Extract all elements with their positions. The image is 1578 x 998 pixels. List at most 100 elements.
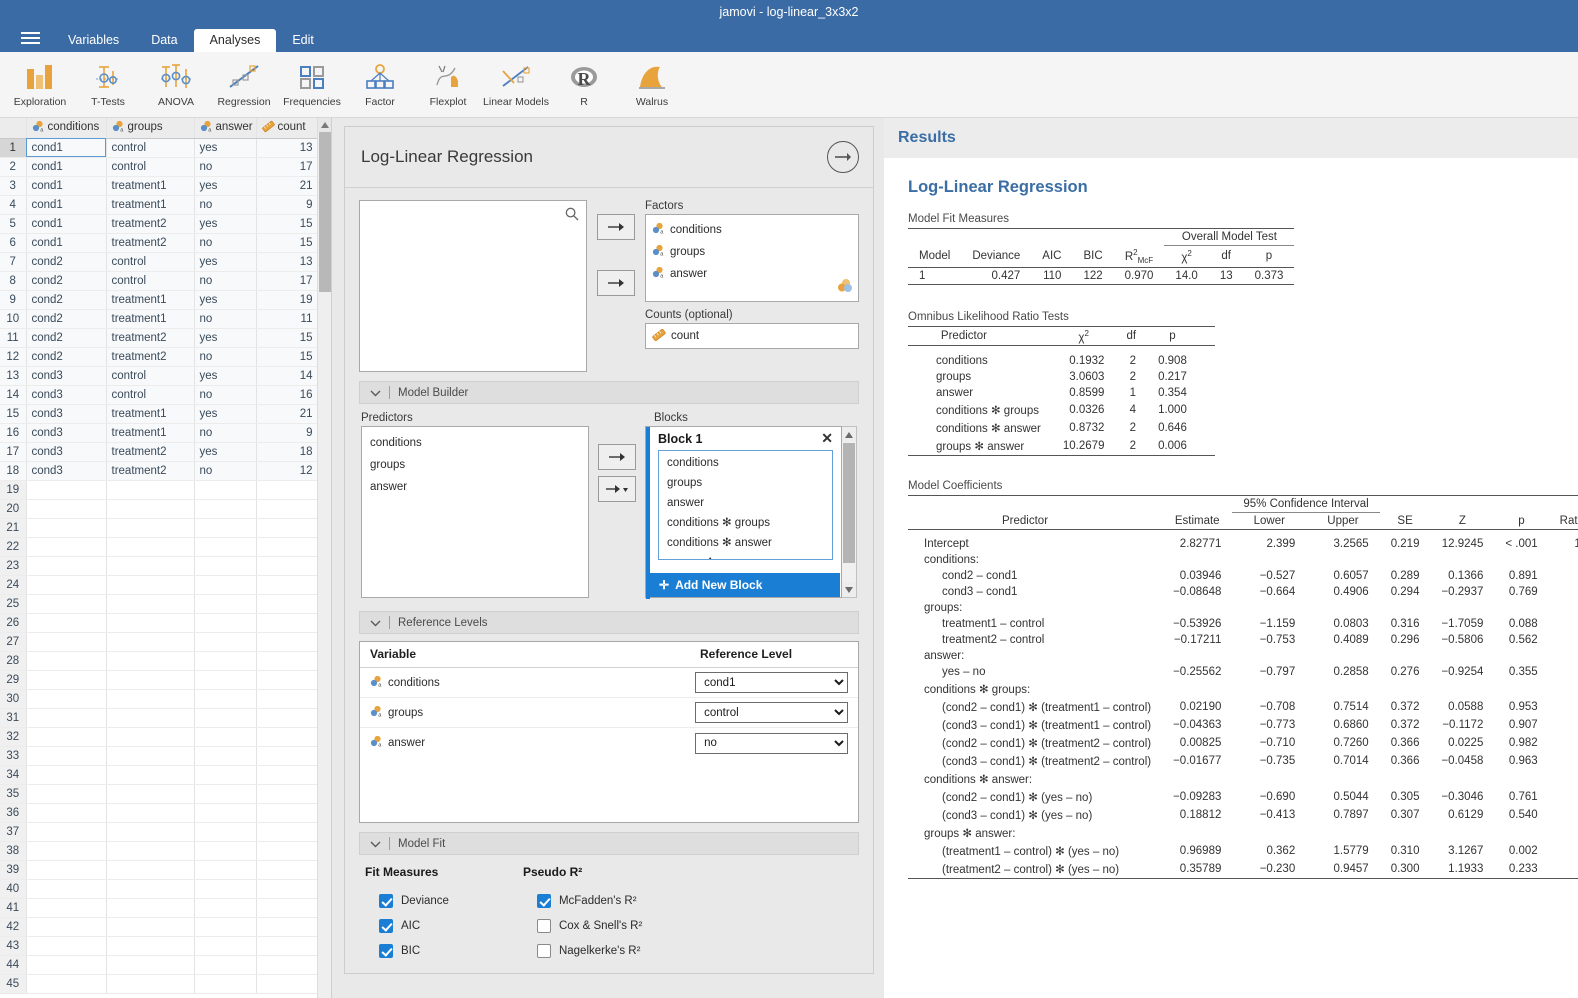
cell-groups[interactable] bbox=[106, 499, 194, 518]
row-number[interactable]: 18 bbox=[0, 461, 26, 480]
cell-conditions[interactable]: cond2 bbox=[26, 271, 106, 290]
cell-count[interactable]: 21 bbox=[256, 404, 318, 423]
cell-conditions[interactable] bbox=[26, 689, 106, 708]
cell-groups[interactable]: treatment2 bbox=[106, 328, 194, 347]
checkbox-icon[interactable] bbox=[537, 919, 551, 933]
cell-answer[interactable]: no bbox=[194, 385, 256, 404]
cell-count[interactable]: 16 bbox=[256, 385, 318, 404]
add-to-block-dropdown-button[interactable] bbox=[598, 476, 636, 502]
table-row[interactable]: 3cond1treatment1yes21 bbox=[0, 176, 318, 195]
table-row[interactable]: 28 bbox=[0, 651, 318, 670]
cell-answer[interactable] bbox=[194, 480, 256, 499]
cell-answer[interactable] bbox=[194, 556, 256, 575]
block-term[interactable]: groups ✻ answer bbox=[667, 553, 824, 560]
cell-groups[interactable]: control bbox=[106, 385, 194, 404]
row-number[interactable]: 32 bbox=[0, 727, 26, 746]
cell-count[interactable] bbox=[256, 727, 318, 746]
column-header-groups[interactable]: a groups bbox=[106, 118, 194, 138]
cell-count[interactable]: 17 bbox=[256, 271, 318, 290]
table-row[interactable]: 26 bbox=[0, 613, 318, 632]
cell-count[interactable]: 15 bbox=[256, 214, 318, 233]
table-row[interactable]: 41 bbox=[0, 898, 318, 917]
cell-count[interactable]: 13 bbox=[256, 252, 318, 271]
row-number[interactable]: 14 bbox=[0, 385, 26, 404]
column-header-conditions[interactable]: a conditions bbox=[26, 118, 106, 138]
table-row[interactable]: 19 bbox=[0, 480, 318, 499]
variable-list-box[interactable] bbox=[359, 200, 587, 372]
row-number[interactable]: 28 bbox=[0, 651, 26, 670]
cell-conditions[interactable] bbox=[26, 917, 106, 936]
table-row[interactable]: 13cond3controlyes14 bbox=[0, 366, 318, 385]
row-number[interactable]: 5 bbox=[0, 214, 26, 233]
cell-groups[interactable]: treatment2 bbox=[106, 461, 194, 480]
tab-edit[interactable]: Edit bbox=[276, 29, 330, 53]
cell-answer[interactable] bbox=[194, 632, 256, 651]
cell-count[interactable] bbox=[256, 784, 318, 803]
cell-conditions[interactable] bbox=[26, 822, 106, 841]
cell-answer[interactable]: no bbox=[194, 461, 256, 480]
assign-counts-button[interactable] bbox=[597, 270, 635, 296]
cell-conditions[interactable]: cond1 bbox=[26, 138, 106, 157]
predictor-item[interactable]: groups bbox=[370, 454, 580, 476]
cell-count[interactable] bbox=[256, 480, 318, 499]
cell-conditions[interactable]: cond2 bbox=[26, 290, 106, 309]
cell-answer[interactable]: yes bbox=[194, 442, 256, 461]
row-number[interactable]: 6 bbox=[0, 233, 26, 252]
block-term[interactable]: conditions ✻ groups bbox=[667, 513, 824, 533]
row-number[interactable]: 12 bbox=[0, 347, 26, 366]
close-icon[interactable]: ✕ bbox=[821, 430, 833, 447]
row-number[interactable]: 7 bbox=[0, 252, 26, 271]
cell-conditions[interactable] bbox=[26, 556, 106, 575]
ribbon-flexplot[interactable]: Flexplot bbox=[414, 59, 482, 110]
predictor-item[interactable]: conditions bbox=[370, 432, 580, 454]
table-row[interactable]: 36 bbox=[0, 803, 318, 822]
cell-answer[interactable] bbox=[194, 765, 256, 784]
cell-conditions[interactable] bbox=[26, 613, 106, 632]
table-row[interactable]: 34 bbox=[0, 765, 318, 784]
cell-count[interactable] bbox=[256, 499, 318, 518]
row-number[interactable]: 44 bbox=[0, 955, 26, 974]
table-row[interactable]: 29 bbox=[0, 670, 318, 689]
cell-answer[interactable]: yes bbox=[194, 366, 256, 385]
cell-count[interactable]: 13 bbox=[256, 138, 318, 157]
blocks-scrollbar[interactable] bbox=[842, 426, 857, 598]
checkbox-icon[interactable] bbox=[379, 919, 393, 933]
cell-conditions[interactable] bbox=[26, 803, 106, 822]
table-row[interactable]: 18cond3treatment2no12 bbox=[0, 461, 318, 480]
cell-groups[interactable]: treatment1 bbox=[106, 404, 194, 423]
cell-groups[interactable] bbox=[106, 841, 194, 860]
cell-groups[interactable] bbox=[106, 955, 194, 974]
cell-groups[interactable] bbox=[106, 784, 194, 803]
counts-item[interactable]: count bbox=[652, 325, 699, 347]
cell-count[interactable]: 15 bbox=[256, 347, 318, 366]
cell-groups[interactable] bbox=[106, 974, 194, 993]
checkbox-nagelkerke[interactable]: Nagelkerke's R² bbox=[523, 938, 642, 963]
cell-conditions[interactable] bbox=[26, 632, 106, 651]
cell-count[interactable] bbox=[256, 556, 318, 575]
cell-groups[interactable] bbox=[106, 936, 194, 955]
row-number[interactable]: 22 bbox=[0, 537, 26, 556]
cell-groups[interactable]: treatment1 bbox=[106, 195, 194, 214]
cell-conditions[interactable] bbox=[26, 727, 106, 746]
cell-count[interactable] bbox=[256, 765, 318, 784]
cell-answer[interactable] bbox=[194, 746, 256, 765]
row-number[interactable]: 10 bbox=[0, 309, 26, 328]
table-row[interactable]: 44 bbox=[0, 955, 318, 974]
scroll-down-icon[interactable] bbox=[842, 582, 856, 597]
cell-answer[interactable]: yes bbox=[194, 404, 256, 423]
cell-answer[interactable] bbox=[194, 651, 256, 670]
cell-conditions[interactable]: cond3 bbox=[26, 404, 106, 423]
cell-conditions[interactable] bbox=[26, 537, 106, 556]
factors-box[interactable]: a conditions a bbox=[645, 214, 859, 302]
block-term[interactable]: groups bbox=[667, 473, 824, 493]
cell-groups[interactable] bbox=[106, 727, 194, 746]
table-row[interactable]: 8cond2controlno17 bbox=[0, 271, 318, 290]
row-number[interactable]: 3 bbox=[0, 176, 26, 195]
cell-count[interactable]: 12 bbox=[256, 461, 318, 480]
cell-count[interactable] bbox=[256, 879, 318, 898]
cell-conditions[interactable] bbox=[26, 974, 106, 993]
row-number[interactable]: 33 bbox=[0, 746, 26, 765]
cell-groups[interactable]: treatment1 bbox=[106, 290, 194, 309]
cell-count[interactable] bbox=[256, 651, 318, 670]
cell-groups[interactable] bbox=[106, 575, 194, 594]
